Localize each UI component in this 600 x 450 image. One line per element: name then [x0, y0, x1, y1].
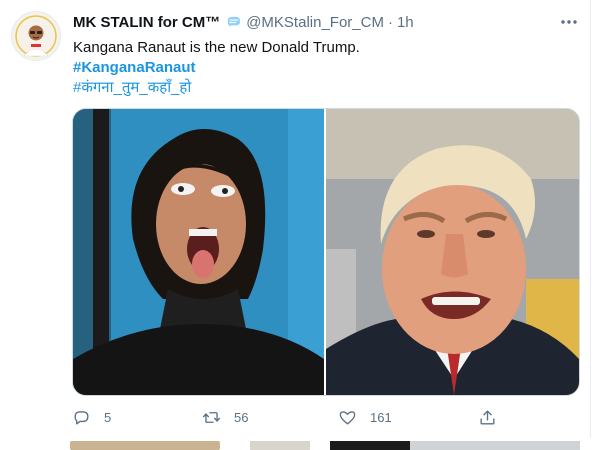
separator-dot: ·: [387, 13, 393, 31]
retweet-icon: [202, 411, 221, 423]
next-tweet-image: [410, 441, 580, 450]
timestamp[interactable]: 1h: [397, 14, 414, 31]
media-grid: [72, 108, 580, 396]
tweet-actions: 5 56 161: [72, 404, 512, 430]
avatar[interactable]: [11, 11, 61, 61]
hashtag-link[interactable]: #KanganaRanaut: [73, 58, 196, 78]
tweet-card[interactable]: MK STALIN for CM™ @MKStalin_For_CM · 1h …: [0, 0, 591, 439]
like-count: 161: [370, 409, 392, 425]
share-icon: [480, 409, 495, 425]
reply-button[interactable]: 5: [72, 404, 111, 430]
media-image-left[interactable]: [73, 109, 324, 395]
next-tweet-image: [330, 441, 410, 450]
user-handle[interactable]: @MKStalin_For_CM: [246, 14, 384, 31]
like-icon: [339, 410, 356, 425]
like-button[interactable]: 161: [338, 404, 392, 430]
hashtag-link-hindi[interactable]: #कंगना_तुम_कहाँ_हो: [73, 78, 191, 98]
reply-icon: [74, 410, 89, 425]
more-icon[interactable]: [560, 13, 578, 31]
display-name[interactable]: MK STALIN for CM™: [73, 14, 220, 31]
next-tweet-image: [250, 441, 310, 450]
tweet-text: Kangana Ranaut is the new Donald Trump.: [73, 39, 360, 56]
retweet-button[interactable]: 56: [202, 404, 248, 430]
tweet-header: MK STALIN for CM™ @MKStalin_For_CM · 1h: [73, 12, 414, 32]
share-button[interactable]: [478, 404, 510, 430]
retweet-count: 56: [234, 409, 249, 425]
verified-icon: [225, 14, 242, 31]
media-image-right[interactable]: [326, 109, 579, 395]
next-tweet-image: [70, 441, 220, 450]
reply-count: 5: [104, 409, 112, 425]
